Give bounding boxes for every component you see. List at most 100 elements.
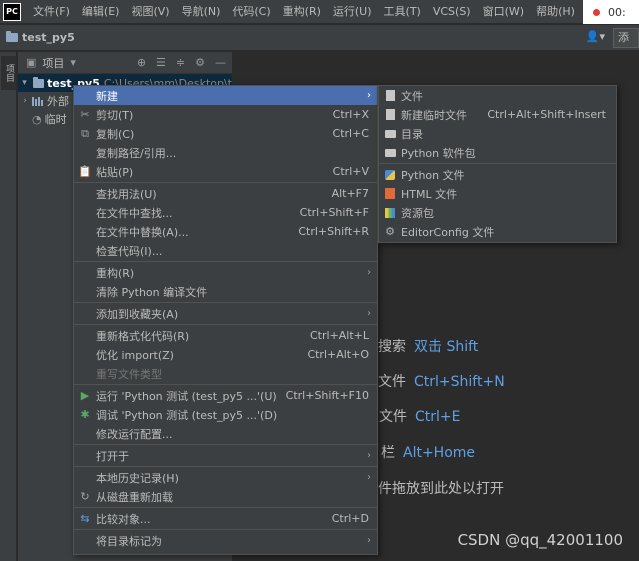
- menu-item-shortcut: Ctrl+C: [332, 127, 369, 140]
- menu-item-shortcut: Ctrl+Alt+L: [309, 329, 369, 342]
- menu-item-label: 复制路径/引用...: [96, 146, 177, 160]
- menu-item-label: 在文件中替换(A)...: [96, 225, 189, 239]
- breadcrumb[interactable]: test_py5: [22, 31, 75, 44]
- context-menu-item[interactable]: 重构(R) ›: [74, 263, 377, 282]
- context-menu-item[interactable]: 新建 ›: [74, 86, 377, 105]
- folder-icon: [33, 76, 45, 88]
- menu-item[interactable]: 导航(N): [176, 0, 227, 24]
- menu-item-label: 从磁盘重新加载: [96, 490, 173, 504]
- menu-item-label: 运行 'Python 测试 (test_py5 ...'(U): [96, 389, 277, 403]
- context-menu-item[interactable]: 优化 import(Z) Ctrl+Alt+O: [74, 345, 377, 364]
- project-view-label[interactable]: 项目: [42, 55, 64, 71]
- menu-item[interactable]: 重构(R): [277, 0, 327, 24]
- submenu-item[interactable]: ⚙ EditorConfig 文件: [379, 222, 616, 241]
- menu-item-label: 复制(C): [96, 127, 135, 141]
- menu-item-label: 打开于: [96, 449, 129, 463]
- menu-item-label: 将目录标记为: [96, 534, 162, 548]
- html-file-icon: [379, 188, 401, 199]
- locate-icon[interactable]: ⊕: [137, 56, 146, 69]
- context-menu-item[interactable]: ⧉ 复制(C) Ctrl+C: [74, 124, 377, 143]
- reload-icon: ↻: [80, 490, 90, 503]
- menu-item-label: 添加到收藏夹(A): [96, 307, 179, 321]
- menu-item-label: 调试 'Python 测试 (test_py5 ...'(D): [96, 408, 278, 422]
- menu-bar: PC 文件(F) 编辑(E) 视图(V) 导航(N) 代码(C) 重构(R) 运行(U) 工具…: [0, 0, 639, 24]
- project-tool-tab[interactable]: 项目: [1, 56, 16, 90]
- hint-search-everywhere: 搜索 双击 Shift: [378, 339, 479, 355]
- run-icon: ▶: [80, 389, 90, 402]
- left-tool-strip: 项目: [0, 52, 17, 561]
- submenu-item[interactable]: Python 文件: [379, 165, 616, 184]
- menu-item[interactable]: 代码(C): [226, 0, 276, 24]
- menu-item[interactable]: 编辑(E): [76, 0, 126, 24]
- chevron-down-icon[interactable]: ▾: [18, 78, 31, 88]
- menu-item-shortcut: Ctrl+Alt+O: [307, 348, 369, 361]
- context-menu-item[interactable]: 重新格式化代码(R) Ctrl+Alt+L: [74, 326, 377, 345]
- context-menu-item[interactable]: 将目录标记为 ›: [74, 531, 377, 550]
- context-menu-item[interactable]: 修改运行配置...: [74, 424, 377, 443]
- context-menu-item[interactable]: ✱ 调试 'Python 测试 (test_py5 ...'(D): [74, 405, 377, 424]
- submenu-item[interactable]: HTML 文件: [379, 184, 616, 203]
- context-menu-item[interactable]: 本地历史记录(H) ›: [74, 468, 377, 487]
- menu-item[interactable]: 帮助(H): [530, 0, 581, 24]
- folder-icon: [379, 129, 401, 138]
- menu-item[interactable]: 工具(T): [378, 0, 427, 24]
- gear-icon[interactable]: ⚙: [195, 56, 205, 69]
- collapse-all-icon[interactable]: ≑: [176, 56, 185, 69]
- context-menu-item[interactable]: 在文件中查找... Ctrl+Shift+F: [74, 203, 377, 222]
- record-time: 00:: [608, 5, 626, 19]
- menu-item-label: 重构(R): [96, 266, 135, 280]
- context-menu-item[interactable]: 在文件中替换(A)... Ctrl+Shift+R: [74, 222, 377, 241]
- menu-item-shortcut: Ctrl+D: [331, 512, 369, 525]
- context-menu-item[interactable]: 清除 Python 编译文件: [74, 282, 377, 301]
- user-dropdown-icon[interactable]: 👤▾: [586, 30, 605, 43]
- chevron-right-icon: ›: [367, 535, 371, 546]
- context-menu-item[interactable]: 复制路径/引用...: [74, 143, 377, 162]
- chevron-right-icon: ›: [367, 267, 371, 278]
- menu-item[interactable]: 窗口(W): [477, 0, 530, 24]
- menu-item-label: 修改运行配置...: [96, 427, 173, 441]
- submenu-item[interactable]: 新建临时文件 Ctrl+Alt+Shift+Insert: [379, 105, 616, 124]
- menu-item-label: 比较对象...: [96, 512, 151, 526]
- context-menu-item[interactable]: ▶ 运行 'Python 测试 (test_py5 ...'(U) Ctrl+Shi…: [74, 386, 377, 405]
- context-menu-item[interactable]: 添加到收藏夹(A) ›: [74, 304, 377, 323]
- new-submenu: 文件 新建临时文件 Ctrl+Alt+Shift+Insert 目录 Python 软件…: [378, 85, 617, 243]
- menu-separator: [74, 466, 377, 467]
- editorconfig-icon: ⚙: [385, 225, 395, 238]
- menu-item-label: 检查代码(I)...: [96, 244, 163, 258]
- minimize-icon[interactable]: —: [215, 56, 226, 69]
- hint-navigation-bar: 栏 Alt+Home: [381, 445, 476, 461]
- hint-goto-file: 文件 Ctrl+Shift+N: [378, 374, 505, 390]
- menu-item[interactable]: 视图(V): [125, 0, 175, 24]
- menu-item[interactable]: VCS(S): [427, 0, 477, 24]
- context-menu-item[interactable]: ✂ 剪切(T) Ctrl+X: [74, 105, 377, 124]
- context-menu-item[interactable]: 📋 粘贴(P) Ctrl+V: [74, 162, 377, 181]
- menu-item-shortcut: Ctrl+V: [332, 165, 369, 178]
- menu-item-label: 重新格式化代码(R): [96, 329, 190, 343]
- menu-item-label: 粘贴(P): [96, 165, 134, 179]
- add-configuration-button[interactable]: 添加: [613, 28, 639, 48]
- context-menu-item[interactable]: ↻ 从磁盘重新加载: [74, 487, 377, 506]
- context-menu-item[interactable]: 查找用法(U) Alt+F7: [74, 184, 377, 203]
- chevron-right-icon: ›: [367, 308, 371, 319]
- submenu-item[interactable]: 目录: [379, 124, 616, 143]
- context-menu-item[interactable]: ⇆ 比较对象... Ctrl+D: [74, 509, 377, 528]
- menu-item[interactable]: 文件(F): [27, 0, 76, 24]
- menu-item-label: 清除 Python 编译文件: [96, 285, 208, 299]
- library-icon: [32, 96, 44, 106]
- submenu-item[interactable]: Python 软件包: [379, 143, 616, 162]
- menu-item[interactable]: 运行(U): [327, 0, 378, 24]
- context-menu-item[interactable]: 检查代码(I)...: [74, 241, 377, 260]
- chevron-down-icon[interactable]: ▾: [70, 56, 76, 69]
- scratch-file-icon: [379, 109, 401, 120]
- recorder-widget[interactable]: 00:: [583, 0, 639, 24]
- menu-item-label: HTML 文件: [401, 187, 458, 201]
- menu-separator: [379, 163, 616, 164]
- chevron-right-icon[interactable]: ›: [18, 96, 32, 106]
- paste-icon: 📋: [78, 165, 92, 178]
- submenu-item[interactable]: 资源包: [379, 203, 616, 222]
- context-menu-item[interactable]: 打开于 ›: [74, 446, 377, 465]
- submenu-item[interactable]: 文件: [379, 86, 616, 105]
- menu-item-shortcut: Ctrl+Shift+F: [299, 206, 369, 219]
- expand-all-icon[interactable]: ☰: [156, 56, 166, 69]
- debug-icon: ✱: [80, 408, 90, 421]
